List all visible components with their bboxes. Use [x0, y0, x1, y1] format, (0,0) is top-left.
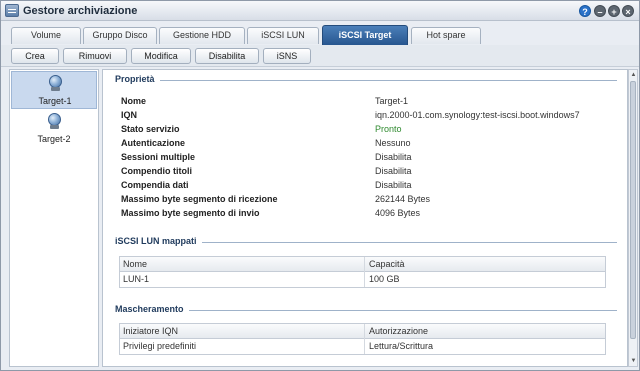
prop-value-data-digest: Disabilita [375, 180, 412, 190]
table-row[interactable]: LUN-1 100 GB [120, 272, 605, 287]
prop-label: Compendio titoli [121, 166, 192, 176]
window-title: Gestore archiviazione [23, 5, 138, 17]
column-header-name[interactable]: Nome [120, 257, 365, 272]
tab-hot-spare[interactable]: Hot spare [411, 27, 481, 44]
prop-value-multiple-sessions: Disabilita [375, 152, 412, 162]
details-scrollbar[interactable]: ▲ ▼ [628, 69, 638, 367]
create-button[interactable]: Crea [11, 48, 59, 64]
close-button[interactable]: × [622, 5, 634, 17]
prop-value-name: Target-1 [375, 96, 409, 106]
prop-label: Compendia dati [121, 180, 189, 190]
tab-disk-group[interactable]: Gruppo Disco [83, 27, 157, 44]
maximize-button[interactable]: + [608, 5, 620, 17]
target-list-item[interactable]: Target-2 [11, 110, 97, 148]
disable-button[interactable]: Disabilita [195, 48, 259, 64]
prop-value-service-status: Pronto [375, 124, 402, 134]
target-list-item[interactable]: Target-1 [11, 71, 97, 109]
table-header: Nome Capacità [120, 257, 605, 272]
storage-app-icon [5, 4, 19, 17]
masking-table: Iniziatore IQN Autorizzazione Privilegi … [119, 323, 606, 355]
properties-section-title: Proprietà [115, 74, 160, 84]
prop-value-iqn: iqn.2000-01.com.synology:test-iscsi.boot… [375, 110, 580, 120]
prop-value-header-digest: Disabilita [375, 166, 412, 176]
prop-value-authentication: Nessuno [375, 138, 411, 148]
table-cell: Lettura/Scrittura [369, 341, 434, 351]
prop-label: Sessioni multiple [121, 152, 196, 162]
table-cell: LUN-1 [120, 272, 365, 287]
tab-volume[interactable]: Volume [11, 27, 81, 44]
prop-label: Massimo byte segmento di ricezione [121, 194, 278, 204]
scroll-up-arrow-icon[interactable]: ▲ [630, 71, 637, 79]
column-header-authorization[interactable]: Autorizzazione [366, 324, 606, 339]
scroll-down-arrow-icon[interactable]: ▼ [630, 357, 637, 365]
prop-label: Nome [121, 96, 147, 106]
prop-label: Stato servizio [121, 124, 180, 134]
tab-hdd-management[interactable]: Gestione HDD [159, 27, 245, 44]
title-bar: Gestore archiviazione ? – + × [1, 1, 639, 21]
storage-manager-window: Gestore archiviazione ? – + × Volume Gru… [0, 0, 640, 371]
tab-iscsi-lun[interactable]: iSCSI LUN [247, 27, 319, 44]
prop-value-max-recv-segment: 262144 Bytes [375, 194, 431, 204]
minimize-button[interactable]: – [594, 5, 606, 17]
target-label: Target-1 [38, 96, 72, 106]
table-cell: 100 GB [369, 274, 400, 284]
tab-bar: Volume Gruppo Disco Gestione HDD iSCSI L… [1, 22, 639, 45]
edit-button[interactable]: Modifica [131, 48, 191, 64]
table-row[interactable]: Privilegi predefiniti Lettura/Scrittura [120, 339, 605, 354]
mapped-luns-table: Nome Capacità LUN-1 100 GB [119, 256, 606, 288]
table-header: Iniziatore IQN Autorizzazione [120, 324, 605, 339]
scroll-thumb[interactable] [630, 81, 636, 339]
prop-label: IQN [121, 110, 138, 120]
prop-label: Autenticazione [121, 138, 186, 148]
toolbar: Crea Rimuovi Modifica Disabilita iSNS [1, 45, 639, 67]
table-cell: Privilegi predefiniti [120, 339, 365, 354]
column-header-capacity[interactable]: Capacità [366, 257, 606, 272]
target-label: Target-2 [37, 134, 71, 144]
isns-button[interactable]: iSNS [263, 48, 311, 64]
section-divider [115, 80, 617, 81]
prop-value-max-send-segment: 4096 Bytes [375, 208, 421, 218]
remove-button[interactable]: Rimuovi [63, 48, 127, 64]
help-button[interactable]: ? [579, 5, 591, 17]
masking-section-title: Mascheramento [115, 304, 189, 314]
iscsi-target-icon [48, 75, 63, 91]
iscsi-target-icon [47, 113, 62, 129]
prop-label: Massimo byte segmento di invio [121, 208, 260, 218]
details-panel: Proprietà Nome Target-1 IQN iqn.2000-01.… [102, 69, 628, 367]
mapped-luns-section-title: iSCSI LUN mappati [115, 236, 202, 246]
tab-iscsi-target[interactable]: iSCSI Target [322, 25, 408, 45]
target-list: Target-1 Target-2 [9, 69, 99, 367]
column-header-initiator-iqn[interactable]: Iniziatore IQN [120, 324, 365, 339]
section-divider [115, 310, 617, 311]
